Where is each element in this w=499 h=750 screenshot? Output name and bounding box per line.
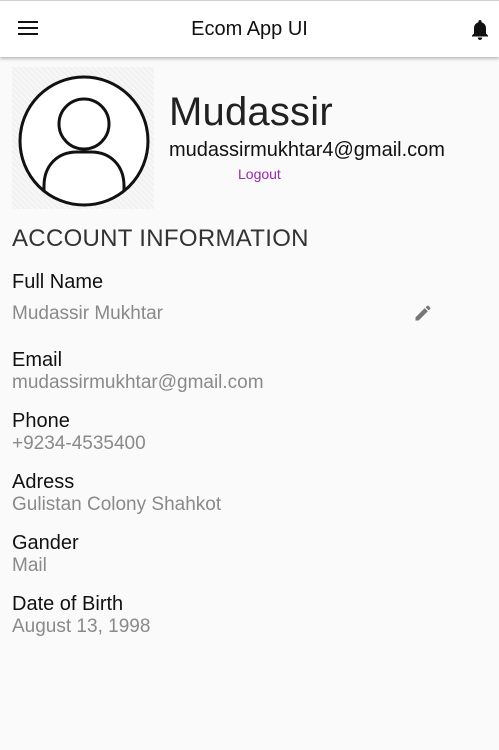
address-value: Gulistan Colony Shahkot [12,494,222,515]
bell-icon[interactable] [470,19,490,41]
full-name-label: Full Name [12,271,104,293]
profile-name: Mudassir [169,90,333,134]
profile-email: mudassirmukhtar4@gmail.com [169,139,445,161]
gender-label: Gander [12,532,79,554]
app-title: Ecom App UI [191,18,308,40]
dob-value: August 13, 1998 [12,616,151,637]
email-label: Email [12,349,63,371]
dob-label: Date of Birth [12,593,124,615]
email-value: mudassirmukhtar@gmail.com [12,372,264,393]
logout-button[interactable]: Logout [238,166,281,182]
phone-label: Phone [12,410,70,432]
edit-pencil-icon[interactable] [413,303,433,323]
person-avatar-icon [18,75,150,207]
phone-value: +9234-4535400 [12,433,146,454]
app-bar: Ecom App UI [0,0,499,57]
gender-value: Mail [12,555,47,576]
address-label: Adress [12,471,75,493]
section-title: ACCOUNT INFORMATION [12,225,309,252]
full-name-value: Mudassir Mukhtar [12,303,163,324]
